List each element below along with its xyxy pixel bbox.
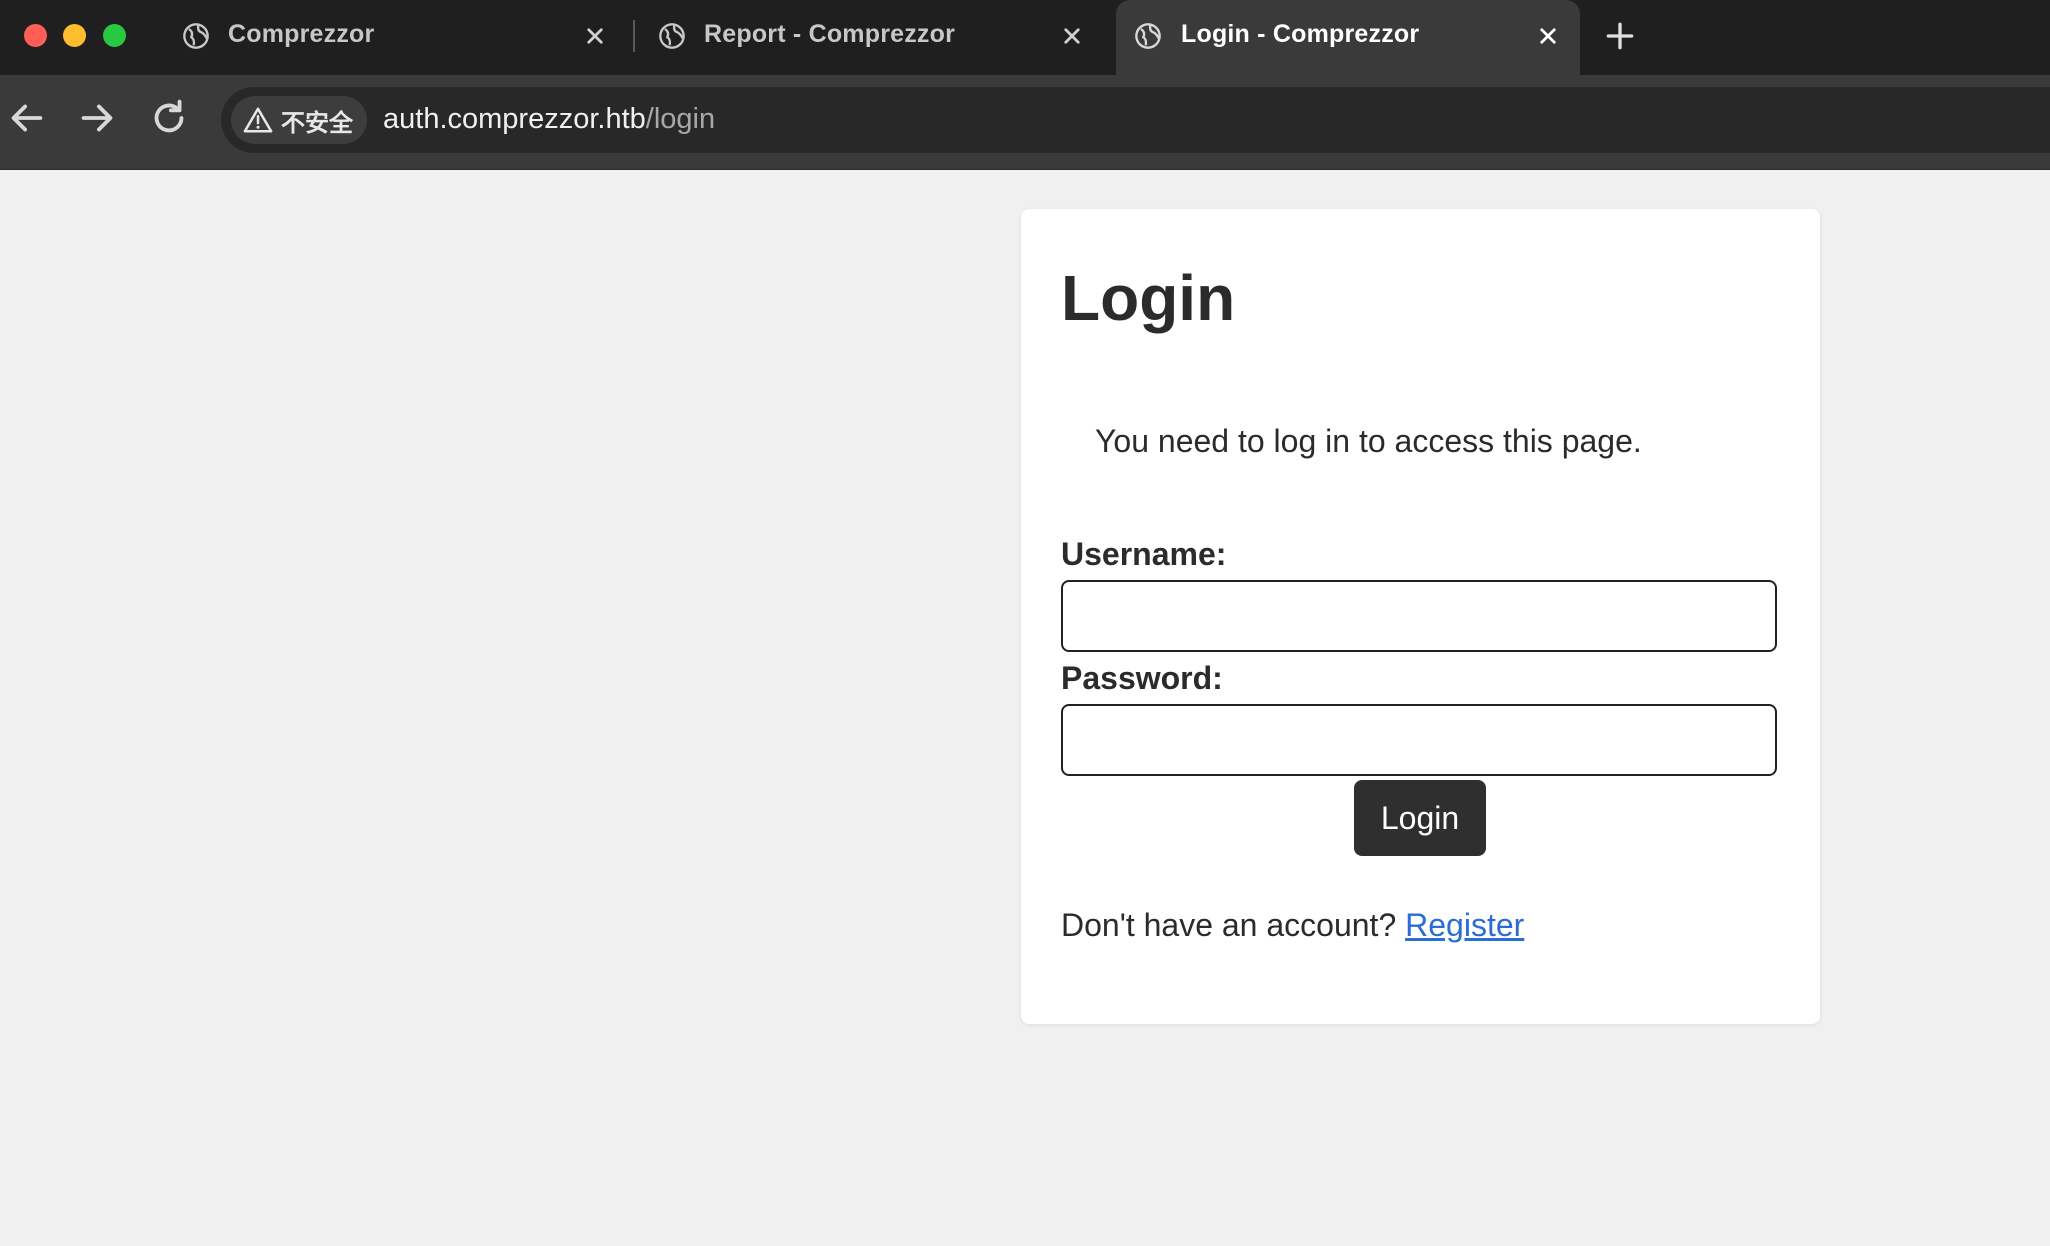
tab-title: Comprezzor [228,20,375,48]
forward-arrow-icon[interactable] [74,95,120,141]
maximize-window-button[interactable] [103,24,126,47]
url-host: auth.comprezzor.htb [383,103,646,135]
tab-strip: Comprezzor Report - Comprezzor Login - C… [0,0,2050,75]
login-card: Login You need to log in to access this … [1021,209,1820,1024]
close-window-button[interactable] [24,24,47,47]
security-indicator[interactable]: 不安全 [231,96,367,144]
password-label: Password: [1061,660,1223,696]
url-text[interactable]: auth.comprezzor.htb/login [383,103,715,136]
new-tab-icon[interactable] [1600,16,1640,56]
browser-toolbar: 不安全 auth.comprezzor.htb/login [0,75,2050,170]
url-path: /login [645,103,716,135]
login-button[interactable]: Login [1354,780,1486,856]
tab-title: Report - Comprezzor [704,20,956,48]
register-prompt: Don't have an account? Register [1061,907,1524,944]
address-bar[interactable]: 不安全 auth.comprezzor.htb/login [221,87,2050,153]
tab-report-comprezzor[interactable]: Report - Comprezzor [646,0,1106,75]
username-input[interactable] [1061,580,1777,652]
close-tab-icon[interactable] [1057,21,1087,51]
globe-icon [183,23,209,49]
reload-icon[interactable] [146,95,192,141]
security-label: 不安全 [281,109,353,137]
register-prompt-text: Don't have an account? [1061,907,1397,943]
tab-title: Login - Comprezzor [1181,20,1420,48]
tab-login-comprezzor[interactable]: Login - Comprezzor [1116,0,1580,75]
username-label: Username: [1061,536,1227,572]
minimize-window-button[interactable] [63,24,86,47]
globe-icon [1135,23,1161,49]
tab-comprezzor[interactable]: Comprezzor [170,0,630,75]
page-title: Login [1061,262,1236,334]
register-link[interactable]: Register [1405,907,1524,943]
globe-icon [659,23,685,49]
close-tab-icon[interactable] [1533,21,1563,51]
tab-separator [633,20,635,52]
close-tab-icon[interactable] [580,21,610,51]
flash-message: You need to log in to access this page. [1095,423,1642,459]
password-input[interactable] [1061,704,1777,776]
back-arrow-icon[interactable] [4,95,50,141]
warning-icon [243,107,273,133]
